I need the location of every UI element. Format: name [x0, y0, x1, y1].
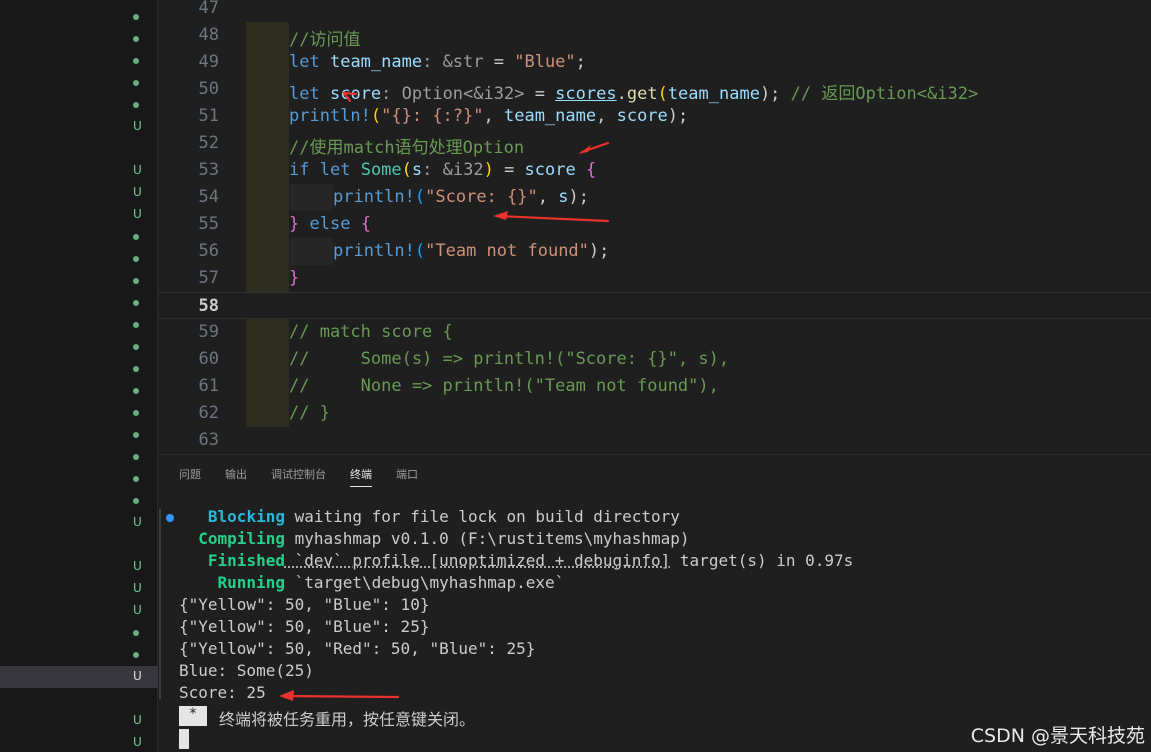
arrow-line52-head	[578, 145, 591, 154]
arrow-line55-head	[493, 211, 508, 220]
arrow-score	[282, 694, 400, 699]
arrow-score-head	[279, 690, 294, 701]
annotation-arrows	[279, 91, 610, 701]
arrow-line55	[496, 214, 610, 223]
arrow-line50	[341, 91, 358, 103]
